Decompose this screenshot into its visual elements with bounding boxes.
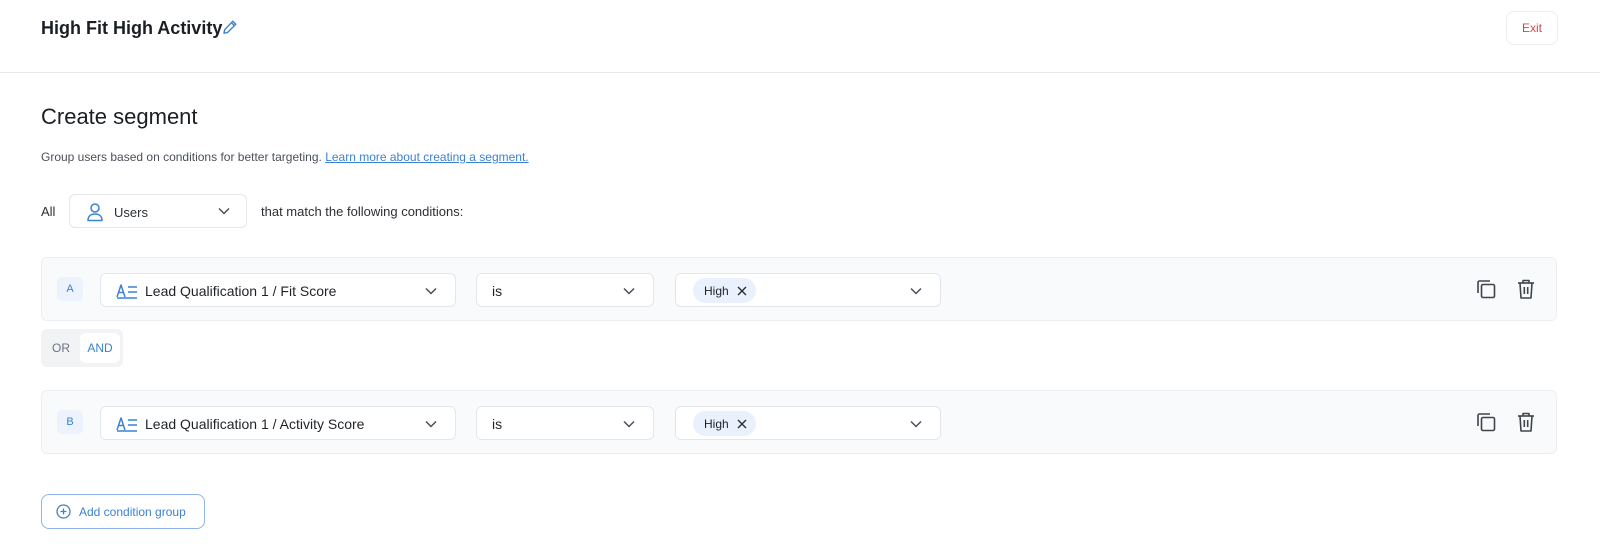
chevron-down-icon: [218, 207, 230, 215]
operator-select[interactable]: is: [476, 273, 654, 307]
operator-select-value: is: [492, 416, 503, 432]
close-icon[interactable]: [737, 286, 747, 296]
pencil-icon[interactable]: [222, 19, 238, 35]
value-chip-label: High: [704, 416, 729, 431]
entity-select[interactable]: Users: [69, 194, 247, 228]
trash-icon[interactable]: [1516, 411, 1536, 433]
group-letter-badge: B: [57, 410, 83, 434]
attribute-select[interactable]: Lead Qualification 1 / Activity Score: [100, 406, 456, 440]
close-icon[interactable]: [737, 419, 747, 429]
logic-or-option[interactable]: OR: [44, 333, 78, 363]
match-conditions-text: that match the following conditions:: [261, 204, 464, 219]
chevron-down-icon: [623, 287, 635, 295]
text-attribute-icon: [116, 284, 137, 299]
condition-group-a: A Lead Qualification 1 / Fit Score is Hi…: [41, 257, 1557, 321]
attribute-select[interactable]: Lead Qualification 1 / Fit Score: [100, 273, 456, 307]
entity-select-value: Users: [114, 205, 148, 220]
page-title: Create segment: [41, 104, 198, 129]
attribute-select-value: Lead Qualification 1 / Fit Score: [145, 283, 337, 299]
value-select[interactable]: High: [675, 273, 941, 307]
attribute-select-value: Lead Qualification 1 / Activity Score: [145, 416, 365, 432]
text-attribute-icon: [116, 417, 137, 432]
chevron-down-icon: [910, 287, 922, 295]
all-label: All: [41, 204, 56, 219]
page-description: Group users based on conditions for bett…: [41, 149, 529, 165]
chevron-down-icon: [425, 420, 437, 428]
value-select[interactable]: High: [675, 406, 941, 440]
trash-icon[interactable]: [1516, 278, 1536, 300]
condition-group-b: B Lead Qualification 1 / Activity Score …: [41, 390, 1557, 454]
value-chip: High: [693, 411, 756, 436]
description-text: Group users based on conditions for bett…: [41, 150, 322, 164]
copy-icon[interactable]: [1475, 411, 1497, 433]
logic-toggle: OR AND: [41, 329, 123, 367]
chevron-down-icon: [910, 420, 922, 428]
operator-select[interactable]: is: [476, 406, 654, 440]
exit-button[interactable]: Exit: [1506, 11, 1558, 45]
value-chip-label: High: [704, 283, 729, 298]
group-letter-badge: A: [57, 277, 83, 301]
chevron-down-icon: [623, 420, 635, 428]
operator-select-value: is: [492, 283, 503, 299]
learn-more-link[interactable]: Learn more about creating a segment.: [325, 150, 528, 164]
entity-row: All Users that match the following condi…: [41, 194, 641, 228]
logic-and-option[interactable]: AND: [80, 333, 120, 363]
add-condition-group-button[interactable]: Add condition group: [41, 494, 205, 529]
value-chip: High: [693, 278, 756, 303]
plus-circle-icon: [56, 504, 71, 519]
top-bar: High Fit High Activity Exit: [0, 0, 1600, 73]
user-icon: [87, 203, 103, 222]
add-condition-group-label: Add condition group: [79, 504, 186, 519]
segment-name: High Fit High Activity: [41, 18, 223, 38]
chevron-down-icon: [425, 287, 437, 295]
copy-icon[interactable]: [1475, 278, 1497, 300]
